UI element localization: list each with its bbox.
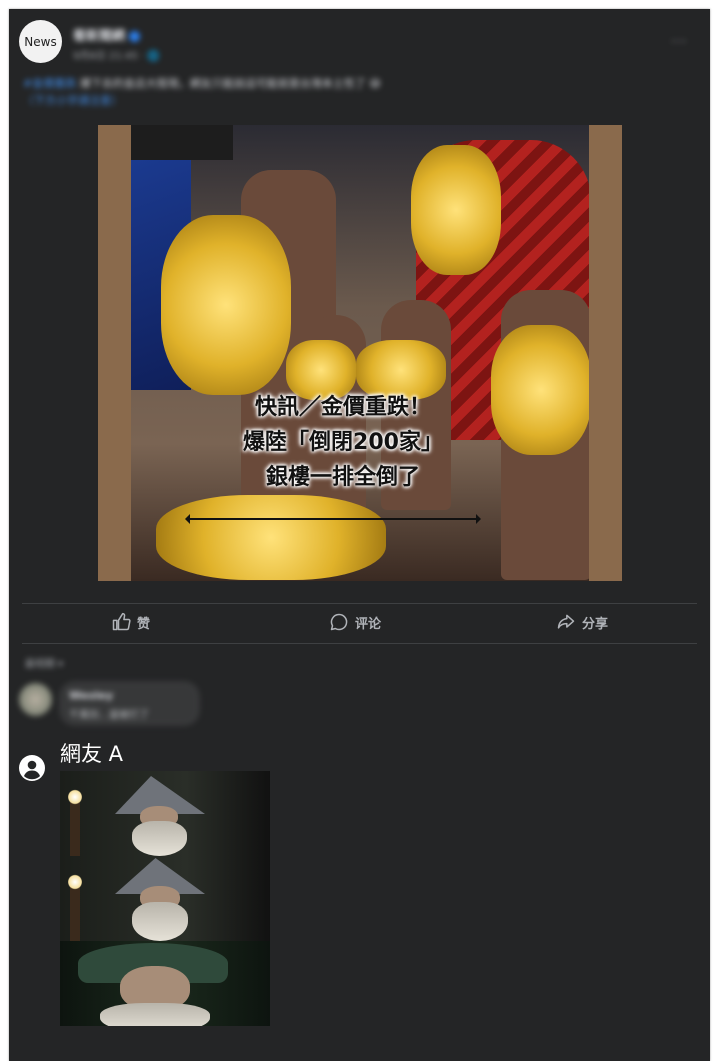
image-headline: 快訊／金價重跌！ 爆陸「倒閉200家」 銀樓一排全倒了 bbox=[193, 390, 493, 495]
torch bbox=[70, 796, 80, 856]
commenter-avatar[interactable] bbox=[19, 683, 52, 716]
headline-line: 快訊／金價重跌！ bbox=[254, 395, 431, 420]
torch-flame bbox=[68, 789, 82, 805]
author-name[interactable]: 看新聞網 bbox=[73, 25, 141, 44]
page-avatar[interactable]: News bbox=[19, 20, 62, 63]
post-caption: #金價重跌 爆下去的金店大陸現，網友只能說這可能就是台灣本土性了 😅 （下方小字… bbox=[23, 75, 673, 109]
wizard-beard bbox=[132, 902, 188, 941]
thumbs-up-icon bbox=[112, 612, 131, 631]
gold-bangles bbox=[156, 495, 386, 580]
reaction-frame bbox=[60, 856, 270, 941]
reaction-frame bbox=[60, 771, 270, 856]
headline-line: 爆陸「倒閉200家」 bbox=[243, 430, 443, 455]
wizard-beard bbox=[100, 1003, 210, 1026]
redaction-box bbox=[131, 125, 233, 160]
gold-necklace bbox=[491, 325, 589, 455]
share-button[interactable]: 分享 bbox=[556, 612, 608, 632]
gold-ornament bbox=[411, 145, 501, 275]
like-button[interactable]: 赞 bbox=[111, 612, 150, 632]
torch bbox=[70, 881, 80, 941]
comment-reaction-image[interactable] bbox=[60, 771, 270, 1026]
comment-icon bbox=[330, 613, 348, 631]
divider bbox=[22, 603, 697, 604]
torch-flame bbox=[68, 874, 82, 890]
commenter-name[interactable]: Wesley bbox=[69, 689, 113, 702]
reaction-frame bbox=[60, 941, 270, 1026]
wizard-beard bbox=[132, 821, 187, 856]
jewelry-display-photo bbox=[131, 125, 589, 581]
comment-sort-dropdown[interactable]: 最相關 ▾ bbox=[25, 655, 63, 670]
caption-text: 爆下去的金店大陸現，網友只能說這可能就是台灣本土性了 😅 bbox=[76, 77, 381, 90]
share-label: 分享 bbox=[582, 616, 609, 632]
double-arrow bbox=[185, 514, 481, 524]
post-image[interactable]: 快訊／金價重跌！ 爆陸「倒閉200家」 銀樓一排全倒了 bbox=[98, 125, 622, 581]
comment-text: 千萬別…當被打了 bbox=[69, 710, 149, 721]
post-card: News 看新聞網 9月8日 21:45 · 🌐 ··· #金價重跌 爆下去的金… bbox=[9, 9, 710, 1061]
author-name-text[interactable]: 看新聞網 bbox=[73, 29, 125, 44]
caption-link[interactable]: （下方小字請注意） bbox=[23, 92, 673, 109]
more-options-icon[interactable]: ··· bbox=[671, 34, 687, 50]
user-profile-icon[interactable] bbox=[19, 755, 45, 781]
comment-button[interactable]: 评论 bbox=[329, 612, 381, 632]
like-label: 赞 bbox=[137, 616, 151, 632]
verified-icon bbox=[129, 31, 141, 42]
comment-label: 评论 bbox=[355, 616, 382, 632]
caption-hashtag[interactable]: #金價重跌 bbox=[23, 77, 76, 90]
post-meta[interactable]: 9月8日 21:45 · 🌐 bbox=[73, 47, 160, 62]
divider bbox=[22, 643, 697, 644]
gold-necklace bbox=[161, 215, 291, 395]
commenter-name[interactable]: 網友 A bbox=[60, 738, 123, 768]
comment-bubble: Wesley 千萬別…當被打了 bbox=[59, 681, 200, 726]
headline-line: 銀樓一排全倒了 bbox=[265, 465, 420, 490]
share-arrow-icon bbox=[557, 614, 575, 629]
